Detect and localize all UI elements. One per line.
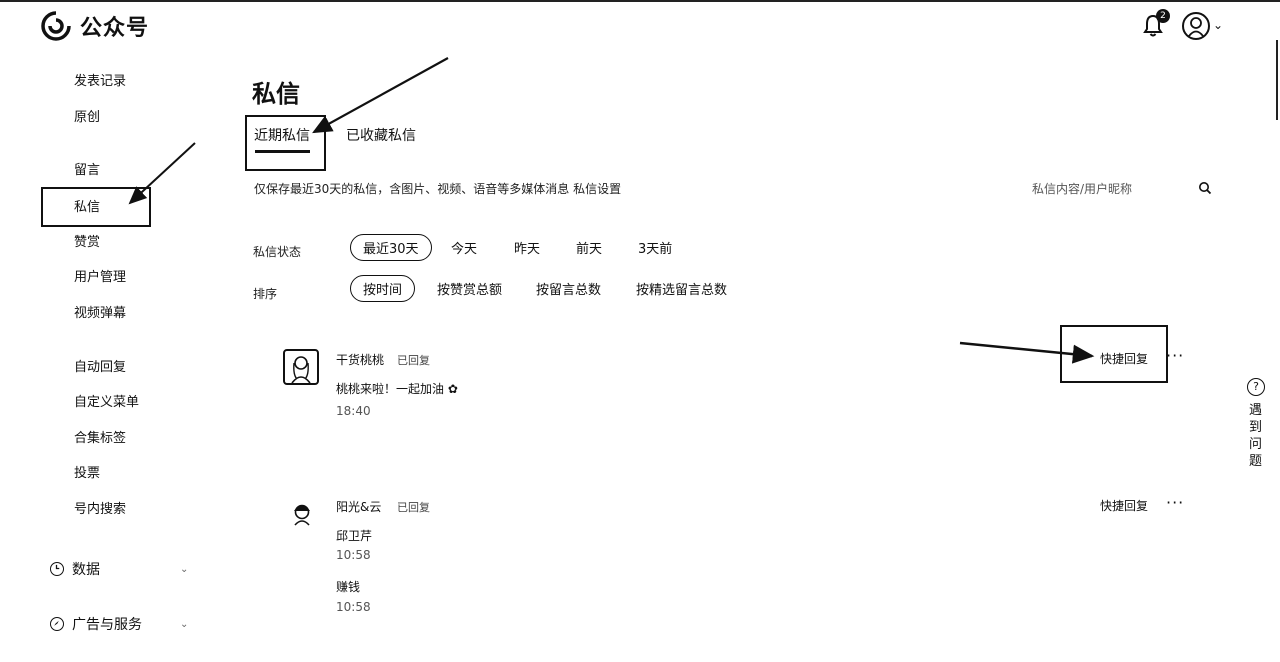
sidebar-item-comments[interactable]: 留言: [74, 159, 100, 178]
sidebar-item-account-search[interactable]: 号内搜索: [74, 498, 126, 517]
sidebar-item-custom-menu[interactable]: 自定义菜单: [74, 391, 139, 410]
page-title: 私信: [252, 80, 300, 108]
more-options-button[interactable]: ···: [1166, 346, 1184, 365]
sort-by-reward-total[interactable]: 按赞赏总额: [437, 279, 502, 298]
message-time: 10:58: [336, 548, 371, 562]
help-icon[interactable]: ?: [1247, 378, 1265, 396]
sidebar-item-user-management[interactable]: 用户管理: [74, 266, 126, 285]
app-title: 公众号: [80, 16, 150, 41]
sidebar-item-auto-reply[interactable]: 自动回复: [74, 356, 126, 375]
message-text: 邱卫芹: [336, 529, 373, 543]
filter-today[interactable]: 今天: [451, 238, 477, 257]
compass-icon: [50, 617, 64, 631]
message-time: 10:58: [336, 600, 371, 614]
chevron-down-icon: ⌄: [180, 563, 189, 575]
user-avatar-icon: [291, 356, 311, 384]
sidebar-item-collection-tags[interactable]: 合集标签: [74, 427, 126, 446]
scrollbar-edge: [1276, 40, 1278, 120]
retention-notice: 仅保存最近30天的私信，含图片、视频、语音等多媒体消息 私信设置: [254, 182, 622, 196]
search-input[interactable]: 私信内容/用户昵称: [1032, 180, 1132, 197]
message-text: 桃桃来啦！一起加油 ✿: [336, 382, 458, 396]
clock-icon: [50, 562, 64, 576]
filter-3-days-ago[interactable]: 3天前: [638, 238, 672, 257]
sidebar-item-original[interactable]: 原创: [74, 106, 100, 125]
sort-label: 排序: [253, 287, 278, 301]
avatar[interactable]: [287, 497, 317, 527]
sort-by-featured-total[interactable]: 按精选留言总数: [636, 279, 727, 298]
status-badge: 已回复: [397, 501, 430, 514]
filter-last-30-days[interactable]: 最近30天: [350, 234, 432, 261]
sort-by-comment-total[interactable]: 按留言总数: [536, 279, 601, 298]
sort-by-time[interactable]: 按时间: [350, 275, 416, 302]
sidebar-group-data[interactable]: 数据 ⌄: [50, 559, 188, 579]
user-avatar-icon: [294, 504, 310, 526]
tab-recent-messages[interactable]: 近期私信: [254, 125, 310, 145]
help-link[interactable]: 遇到问题: [1249, 402, 1263, 470]
quick-reply-button[interactable]: 快捷回复: [1100, 350, 1148, 367]
tab-active-underline: [255, 150, 310, 153]
user-icon: [1188, 17, 1204, 37]
message-sender-name[interactable]: 阳光&云: [336, 498, 381, 515]
sidebar-item-rewards[interactable]: 赞赏: [74, 231, 100, 250]
message-time: 18:40: [336, 404, 371, 418]
sidebar-item-video-danmaku[interactable]: 视频弹幕: [74, 302, 126, 321]
filter-yesterday[interactable]: 昨天: [514, 238, 540, 257]
logo[interactable]: 公众号: [40, 10, 149, 42]
chevron-down-icon[interactable]: ⌄: [1213, 18, 1223, 32]
user-avatar[interactable]: [1182, 12, 1210, 40]
sidebar-item-publish-history[interactable]: 发表记录: [74, 70, 126, 89]
notification-badge: 2: [1156, 9, 1170, 23]
sidebar-item-vote[interactable]: 投票: [74, 462, 100, 481]
arrow-to-messages-tab: [312, 57, 449, 134]
tab-starred-messages[interactable]: 已收藏私信: [346, 125, 416, 145]
avatar[interactable]: [283, 349, 319, 385]
sidebar-highlight-box: [41, 187, 151, 227]
quick-reply-button[interactable]: 快捷回复: [1100, 497, 1148, 514]
wechat-mp-logo-icon: [41, 11, 71, 41]
message-text: 赚钱: [336, 580, 361, 594]
search-icon[interactable]: [1198, 181, 1212, 195]
filter-day-before[interactable]: 前天: [576, 238, 602, 257]
sidebar-group-label: 广告与服务: [72, 617, 142, 633]
top-border: [0, 0, 1280, 2]
status-badge: 已回复: [397, 354, 430, 367]
status-filter-label: 私信状态: [253, 245, 302, 259]
sidebar-group-ads-services[interactable]: 广告与服务 ⌄: [50, 614, 188, 634]
message-sender-name[interactable]: 干货桃桃: [336, 351, 384, 368]
chevron-down-icon: ⌄: [180, 618, 189, 630]
more-options-button[interactable]: ···: [1166, 493, 1184, 512]
flower-emoji-icon: ✿: [447, 382, 458, 396]
sidebar-group-label: 数据: [72, 562, 100, 578]
